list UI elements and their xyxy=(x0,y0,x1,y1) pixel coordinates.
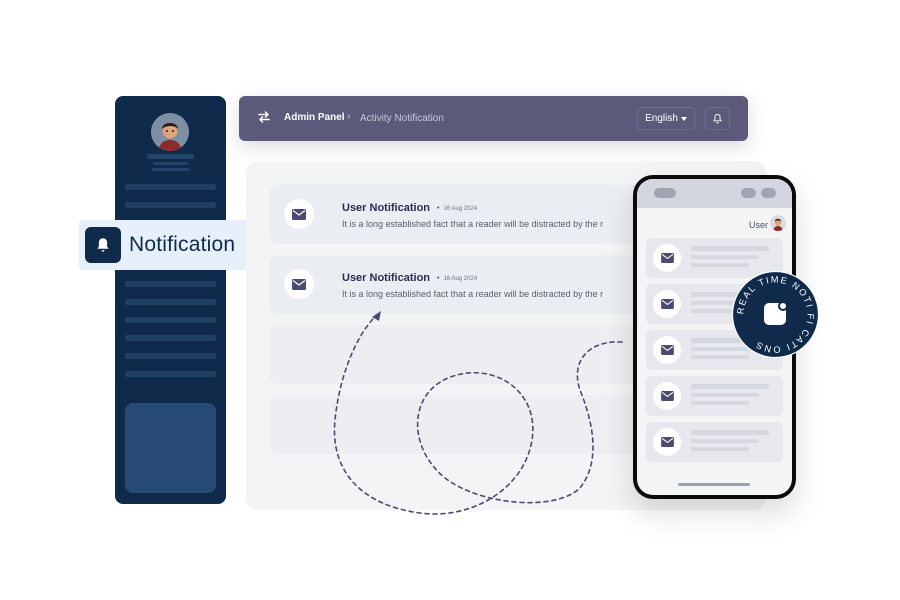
phone-header xyxy=(637,179,792,208)
phone-notification-item[interactable] xyxy=(646,422,783,462)
text-placeholder xyxy=(691,439,759,443)
text-placeholder xyxy=(691,246,769,251)
mail-icon xyxy=(653,428,681,456)
home-indicator xyxy=(678,483,750,486)
phone-user-avatar[interactable] xyxy=(770,215,786,231)
phone-header-pill xyxy=(761,188,776,198)
text-placeholder xyxy=(691,447,749,451)
mail-icon xyxy=(653,244,681,272)
phone-header-pill xyxy=(654,188,676,198)
realtime-notifications-badge: REAL TIME NOTI FI CATI ONS xyxy=(732,271,819,358)
mail-icon xyxy=(653,336,681,364)
text-placeholder xyxy=(691,430,769,435)
mail-icon xyxy=(653,290,681,318)
text-placeholder xyxy=(691,255,759,259)
text-placeholder xyxy=(691,401,749,405)
mail-icon xyxy=(653,382,681,410)
text-placeholder xyxy=(691,263,749,267)
phone-header-pill xyxy=(741,188,756,198)
text-placeholder xyxy=(691,384,769,389)
app-icon xyxy=(764,301,788,325)
phone-notification-item[interactable] xyxy=(646,376,783,416)
text-placeholder xyxy=(691,393,759,397)
phone-user-label: User xyxy=(748,220,768,230)
